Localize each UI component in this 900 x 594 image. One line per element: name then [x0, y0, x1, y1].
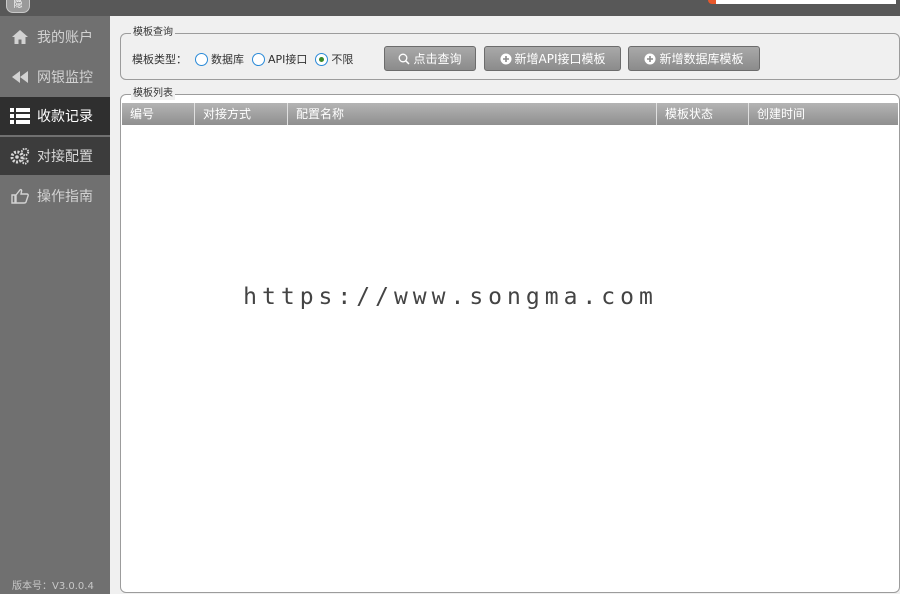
search-button-label: 点击查询	[413, 52, 462, 66]
column-header-template-status[interactable]: 模板状态	[657, 103, 749, 125]
template-list-group: 模板列表 编号 对接方式 配置名称 模板状态 创建时间	[120, 88, 900, 593]
sidebar: 我的账户 网银监控 收款记录 对接配置 操作指南 版本号：V3.0.0.4	[0, 16, 110, 594]
add-api-template-label: 新增API接口模板	[514, 52, 606, 66]
template-query-legend: 模板查询	[131, 27, 175, 39]
radio-circle-selected[interactable]	[315, 52, 329, 66]
hand-pointing-icon	[10, 187, 30, 205]
radio-circle[interactable]	[252, 52, 265, 66]
rewind-icon	[10, 68, 30, 86]
top-bar: 隐	[0, 0, 900, 16]
sidebar-item-label: 操作指南	[37, 189, 93, 205]
sidebar-item-my-account[interactable]: 我的账户	[0, 18, 110, 56]
sidebar-item-label: 网银监控	[37, 70, 93, 86]
gears-icon	[10, 147, 30, 165]
search-icon	[398, 53, 411, 65]
sidebar-item-label: 对接配置	[37, 149, 93, 165]
top-right-panel	[708, 0, 896, 4]
column-header-created-time[interactable]: 创建时间	[749, 103, 898, 125]
sidebar-item-operation-guide[interactable]: 操作指南	[0, 177, 110, 215]
column-header-integration-method[interactable]: 对接方式	[195, 103, 288, 125]
radio-label: API接口	[268, 53, 308, 66]
list-icon	[10, 107, 30, 125]
table-header: 编号 对接方式 配置名称 模板状态 创建时间	[122, 103, 898, 125]
radio-label: 不限	[331, 53, 354, 66]
radio-label: 数据库	[211, 53, 244, 66]
column-header-config-name[interactable]: 配置名称	[288, 103, 657, 125]
radio-api[interactable]: API接口	[252, 51, 307, 67]
search-button[interactable]: 点击查询	[384, 46, 476, 71]
radio-unlimited[interactable]: 不限	[315, 51, 353, 67]
radio-database[interactable]: 数据库	[195, 51, 244, 67]
radio-circle[interactable]	[195, 52, 208, 66]
sidebar-item-label: 我的账户	[37, 30, 93, 46]
hide-sidebar-button[interactable]: 隐	[6, 0, 30, 13]
column-header-id[interactable]: 编号	[122, 103, 195, 125]
template-list-legend: 模板列表	[131, 88, 175, 100]
template-type-label: 模板类型：	[132, 53, 187, 66]
add-db-template-label: 新增数据库模板	[659, 52, 744, 66]
sidebar-item-integration-config[interactable]: 对接配置	[0, 137, 110, 175]
version-label: 版本号：V3.0.0.4	[12, 581, 94, 592]
home-icon	[10, 28, 30, 46]
plus-circle-icon	[500, 53, 512, 65]
sidebar-item-payment-records[interactable]: 收款记录	[0, 97, 110, 135]
watermark-text: https://www.songma.com	[218, 285, 683, 309]
template-type-filter: 模板类型： 数据库 API接口 不限	[132, 48, 353, 70]
add-api-template-button[interactable]: 新增API接口模板	[484, 46, 621, 71]
plus-circle-icon	[644, 53, 656, 65]
add-db-template-button[interactable]: 新增数据库模板	[628, 46, 760, 71]
sidebar-item-label: 收款记录	[37, 109, 93, 125]
template-query-group: 模板查询 模板类型： 数据库 API接口 不限 点击查询 新增API接口模板 新…	[120, 27, 900, 80]
sidebar-item-bank-monitor[interactable]: 网银监控	[0, 58, 110, 96]
